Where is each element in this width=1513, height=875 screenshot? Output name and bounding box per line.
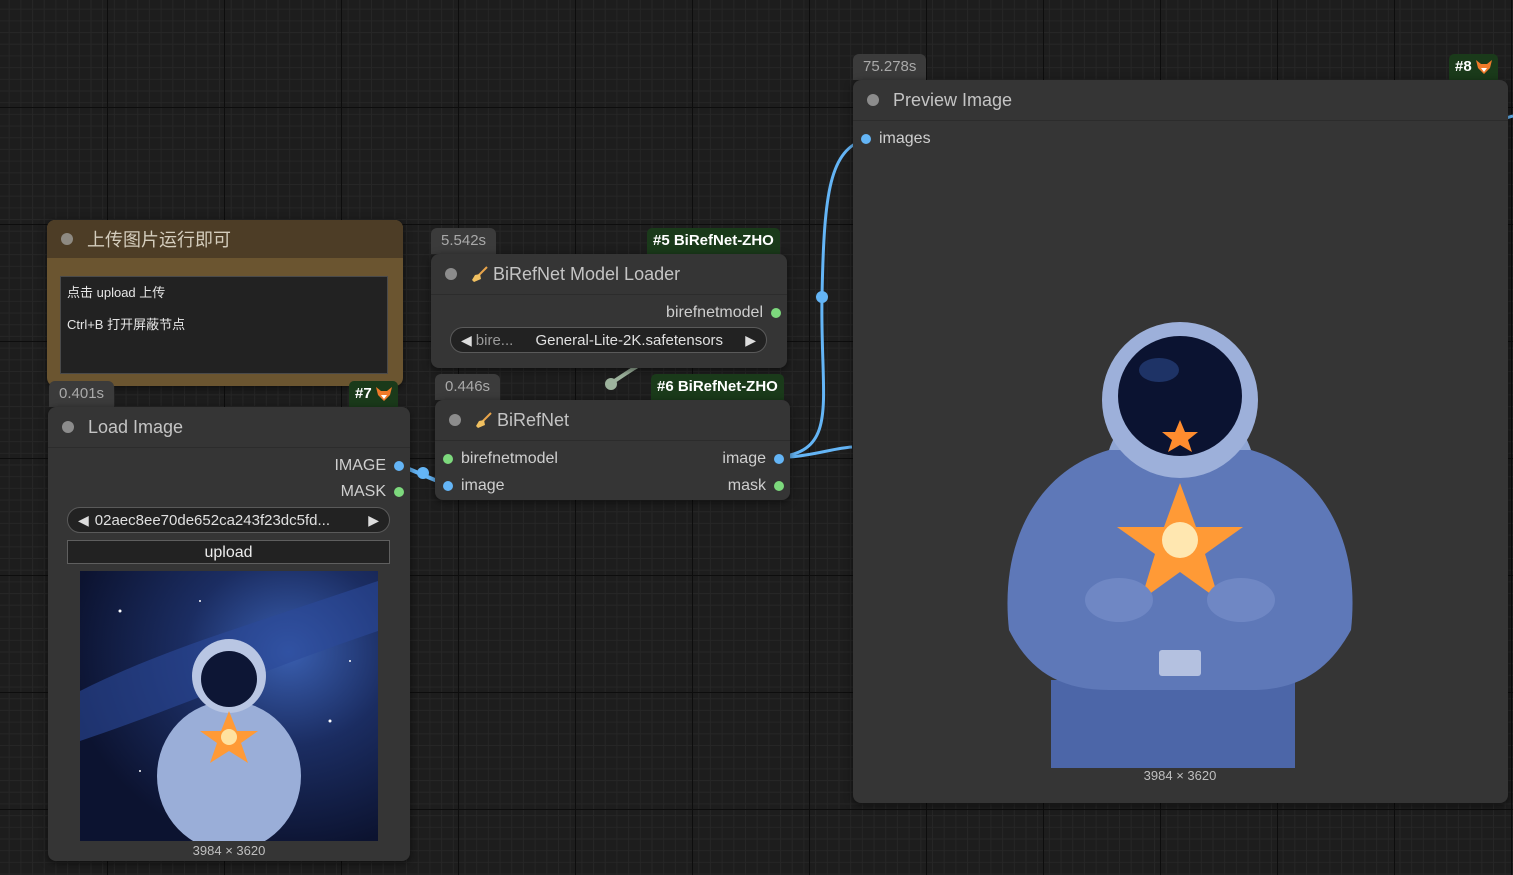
model-loader-title: BiRefNet Model Loader: [493, 263, 681, 284]
output-mask-dot[interactable]: [394, 487, 404, 497]
combo-left-arrow-icon[interactable]: ◀: [78, 512, 89, 529]
note-text-area[interactable]: 点击 upload 上传 Ctrl+B 打开屏蔽节点: [60, 276, 388, 374]
input-image-slot[interactable]: image: [443, 477, 505, 495]
image-file-select[interactable]: ◀ 02aec8ee70de652ca243f23dc5fd... ▶: [67, 507, 390, 533]
output-image-dot[interactable]: [394, 461, 404, 471]
broom-icon: [472, 266, 488, 282]
output-birefnetmodel-dot[interactable]: [771, 308, 781, 318]
output-image-label: IMAGE: [334, 457, 386, 474]
input-birefnetmodel-label: birefnetmodel: [461, 450, 558, 467]
output-mask-dot[interactable]: [774, 481, 784, 491]
combo-right-arrow-icon[interactable]: ▶: [745, 332, 756, 349]
note-node[interactable]: 上传图片运行即可 点击 upload 上传 Ctrl+B 打开屏蔽节点: [47, 220, 403, 386]
combo-right-arrow-icon[interactable]: ▶: [368, 512, 379, 529]
output-mask-slot[interactable]: MASK: [341, 483, 404, 501]
astronaut-thumbnail-icon: [80, 581, 378, 841]
output-image-label: image: [722, 450, 766, 467]
node-collapse-dot[interactable]: [867, 94, 879, 106]
link-preview-midpoint[interactable]: [816, 291, 828, 303]
fox-icon: [1475, 60, 1492, 74]
preview-title: Preview Image: [893, 89, 1013, 110]
preview-dimensions: 3984 × 3620: [1143, 768, 1217, 783]
note-node-title: 上传图片运行即可: [87, 230, 231, 250]
birefnet-title: BiRefNet: [497, 409, 570, 430]
load-image-dimensions: 3984 × 3620: [192, 843, 266, 858]
input-images-dot[interactable]: [861, 134, 871, 144]
output-image-slot[interactable]: IMAGE: [334, 457, 404, 475]
model-loader-time-badge: 5.542s: [431, 228, 497, 254]
input-birefnetmodel-dot[interactable]: [443, 454, 453, 464]
node-collapse-dot[interactable]: [62, 421, 74, 433]
preview-id: #8: [1455, 58, 1472, 75]
note-line-2: Ctrl+B 打开屏蔽节点: [67, 317, 186, 332]
load-image-id-badge: #7: [349, 381, 398, 407]
node-collapse-dot[interactable]: [449, 414, 461, 426]
output-mask-slot[interactable]: mask: [728, 477, 784, 495]
preview-id-badge: #8: [1449, 54, 1498, 80]
fox-icon: [375, 387, 392, 401]
link-image-midpoint[interactable]: [417, 467, 429, 479]
model-select-value: General-Lite-2K.safetensors: [535, 331, 724, 349]
load-image-title: Load Image: [88, 416, 184, 437]
input-images-slot[interactable]: images: [861, 130, 931, 148]
note-line-1: 点击 upload 上传: [67, 285, 166, 300]
astronaut-cutout-icon: [1007, 322, 1353, 768]
output-birefnetmodel-label: birefnetmodel: [666, 304, 763, 321]
input-images-label: images: [879, 130, 931, 147]
model-select[interactable]: ◀ bire... General-Lite-2K.safetensors ▶: [450, 327, 767, 353]
birefnet-time-badge: 0.446s: [435, 374, 501, 400]
output-mask-label: MASK: [340, 483, 386, 500]
birefnet-id-badge: #6 BiRefNet-ZHO: [651, 374, 784, 400]
preview-time-badge: 75.278s: [853, 54, 927, 80]
input-image-label: image: [461, 477, 505, 494]
model-loader-header[interactable]: BiRefNet Model Loader: [431, 254, 787, 295]
load-image-id: #7: [355, 385, 372, 402]
image-file-value: 02aec8ee70de652ca243f23dc5fd...: [94, 511, 330, 529]
birefnet-header[interactable]: BiRefNet: [435, 400, 790, 441]
combo-left-arrow-icon[interactable]: ◀: [461, 332, 472, 349]
link-model-midpoint[interactable]: [605, 378, 617, 390]
note-node-header[interactable]: 上传图片运行即可: [47, 220, 403, 258]
preview-image-node[interactable]: Preview Image images 3984 × 3620: [853, 80, 1508, 803]
preview-header[interactable]: Preview Image: [853, 80, 1508, 121]
output-mask-label: mask: [727, 477, 766, 494]
node-collapse-dot[interactable]: [61, 233, 73, 245]
output-image-slot[interactable]: image: [722, 450, 784, 468]
output-birefnetmodel-slot[interactable]: birefnetmodel: [666, 304, 781, 322]
preview-output-image: [999, 320, 1361, 768]
model-loader-id-badge: #5 BiRefNet-ZHO: [647, 228, 780, 254]
upload-button[interactable]: upload: [67, 540, 390, 564]
model-loader-node[interactable]: BiRefNet Model Loader birefnetmodel ◀ bi…: [431, 254, 787, 368]
model-select-label: bire...: [475, 331, 514, 349]
link-birefnet-out-right: [789, 445, 853, 459]
birefnet-node[interactable]: BiRefNet birefnetmodel image image mask: [435, 400, 790, 500]
loaded-image-preview: [80, 571, 378, 841]
broom-icon: [476, 412, 492, 428]
load-image-node[interactable]: Load Image IMAGE MASK ◀ 02aec8ee70de652c…: [48, 407, 410, 861]
node-collapse-dot[interactable]: [445, 268, 457, 280]
load-image-time-badge: 0.401s: [49, 381, 115, 407]
input-birefnetmodel-slot[interactable]: birefnetmodel: [443, 450, 558, 468]
load-image-header[interactable]: Load Image: [48, 407, 410, 448]
output-image-dot[interactable]: [774, 454, 784, 464]
input-image-dot[interactable]: [443, 481, 453, 491]
